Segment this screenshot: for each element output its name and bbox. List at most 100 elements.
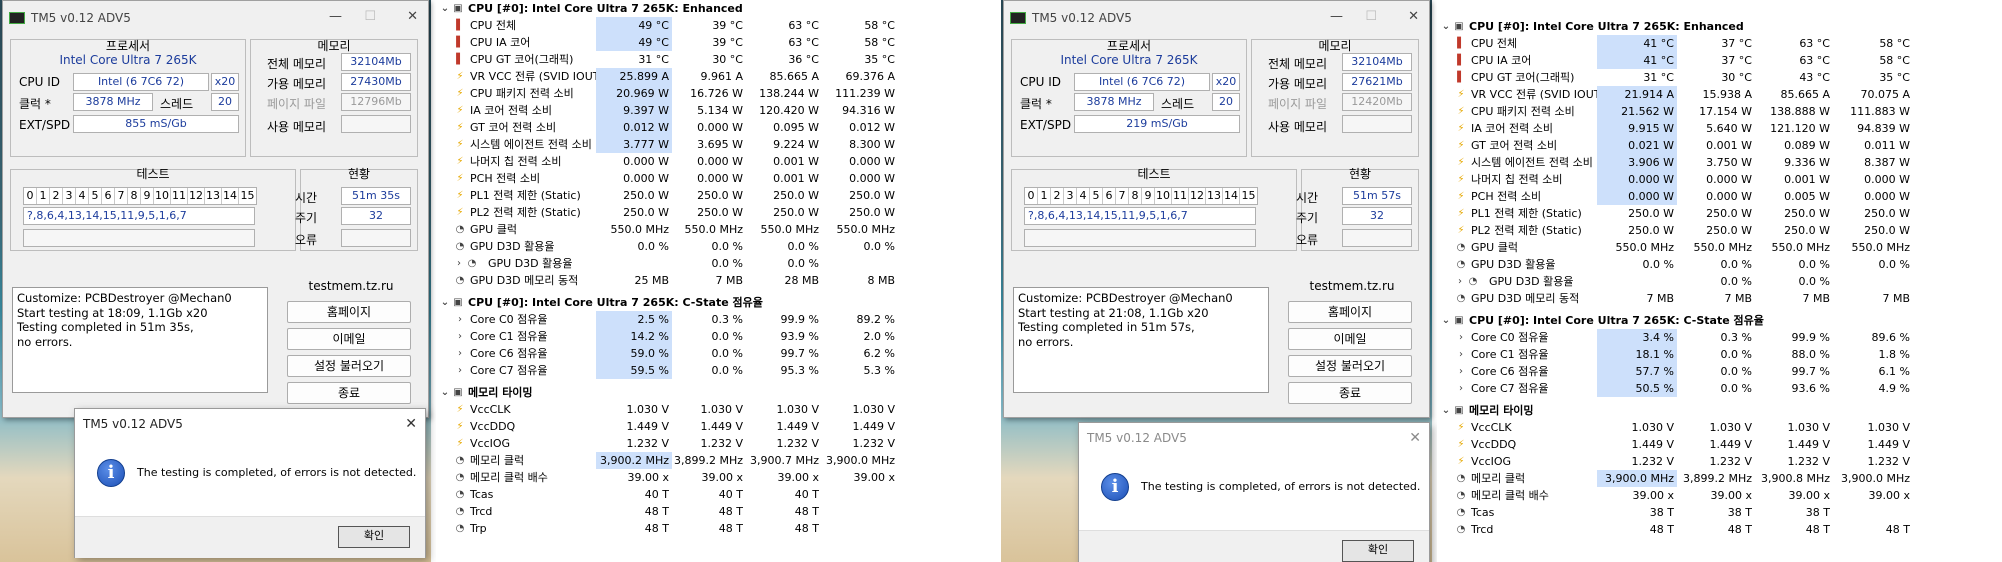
sensor-row[interactable]: › Core C6 점유율 57.7 % 0.0 % 99.7 % 6.1 %	[1437, 363, 2002, 380]
expand-chevron-icon[interactable]: ›	[1455, 380, 1467, 397]
sensor-row[interactable]: ◔ Tcas 38 T 38 T 38 T	[1437, 504, 2002, 521]
sensor-section-header[interactable]: ⌄ ▣ CPU [#0]: Intel Core Ultra 7 265K: C-S…	[1437, 312, 2002, 329]
sensor-row[interactable]: › Core C1 점유율 14.2 % 0.0 % 93.9 % 2.0 %	[436, 328, 1001, 345]
sensor-row[interactable]: › Core C7 점유율 50.5 % 0.0 % 93.6 % 4.9 %	[1437, 380, 2002, 397]
expand-chevron-icon[interactable]: ›	[1455, 363, 1467, 380]
minimize-icon[interactable]: —	[329, 9, 342, 24]
expand-chevron-icon[interactable]: ›	[1455, 346, 1467, 363]
sensor-row[interactable]: ◔ GPU D3D 활용율 0.0 % 0.0 % 0.0 % 0.0 %	[1437, 256, 2002, 273]
close-icon[interactable]: ✕	[1408, 9, 1419, 24]
expand-chevron-icon[interactable]: ›	[454, 362, 466, 379]
sensor-row[interactable]: ◔ Trcd 48 T 48 T 48 T	[436, 503, 1001, 520]
sensor-row[interactable]: ⚡ PCH 전력 소비 0.000 W 0.000 W 0.001 W 0.000 W	[436, 170, 1001, 187]
current-value: 250.0 W	[1628, 207, 1674, 220]
expand-chevron-icon[interactable]: ›	[454, 345, 466, 362]
sensor-row[interactable]: ▌ CPU 전체 49 °C 39 °C 63 °C 58 °C	[436, 17, 1001, 34]
sensor-row[interactable]: ◔ GPU 클럭 550.0 MHz 550.0 MHz 550.0 MHz 550.0 …	[436, 221, 1001, 238]
homepage-button[interactable]: 홈페이지	[287, 301, 411, 323]
sensor-row[interactable]: › Core C0 점유율 3.4 % 0.3 % 99.9 % 89.6 %	[1437, 329, 2002, 346]
sensor-row[interactable]: › Core C6 점유율 59.0 % 0.0 % 99.7 % 6.2 %	[436, 345, 1001, 362]
homepage-button[interactable]: 홈페이지	[1288, 301, 1412, 323]
expand-chevron-icon[interactable]: ›	[454, 255, 464, 272]
sensor-row[interactable]: ⚡ IA 코어 전력 소비 9.915 W 5.640 W 121.120 W 94.83…	[1437, 120, 2002, 137]
sensor-row[interactable]: ◔ Tcas 40 T 40 T 40 T	[436, 486, 1001, 503]
expand-chevron-icon[interactable]: ›	[454, 328, 466, 345]
collapse-chevron-icon[interactable]: ⌄	[1441, 312, 1451, 329]
sensor-row[interactable]: ⚡ PL2 전력 제한 (Static) 250.0 W 250.0 W 250.0 W…	[1437, 222, 2002, 239]
load-config-button[interactable]: 설정 불러오기	[1288, 355, 1412, 377]
close-icon[interactable]: ✕	[407, 9, 418, 24]
sensor-row[interactable]: ▌ CPU GT 코어(그래픽) 31 °C 30 °C 43 °C 35 °C	[1437, 69, 2002, 86]
sensor-row[interactable]: › Core C7 점유율 59.5 % 0.0 % 95.3 % 5.3 %	[436, 362, 1001, 379]
collapse-chevron-icon[interactable]: ⌄	[1441, 18, 1451, 35]
sensor-row[interactable]: ◔ GPU 클럭 550.0 MHz 550.0 MHz 550.0 MHz 550.0 …	[1437, 239, 2002, 256]
dialog-ok-button[interactable]: 확인	[1342, 540, 1414, 562]
sensor-row[interactable]: ⚡ VR VCC 전류 (SVID IOUT) 25.899 A 9.961 A 85.…	[436, 68, 1001, 85]
sensor-row[interactable]: › ◔ GPU D3D 활용율 0.0 % 0.0 %	[436, 255, 1001, 272]
expand-chevron-icon[interactable]: ›	[1455, 329, 1467, 346]
load-config-button[interactable]: 설정 불러오기	[287, 355, 411, 377]
sensor-row[interactable]: ⚡ VccCLK 1.030 V 1.030 V 1.030 V 1.030 V	[1437, 419, 2002, 436]
sensor-row[interactable]: ▌ CPU IA 코어 41 °C 37 °C 63 °C 58 °C	[1437, 52, 2002, 69]
log-output[interactable]: Customize: PCBDestroyer @Mechan0 Start t…	[12, 287, 268, 393]
collapse-chevron-icon[interactable]: ⌄	[1441, 402, 1451, 419]
sensor-row[interactable]: ⚡ CPU 패키지 전력 소비 20.969 W 16.726 W 138.244 W 1…	[436, 85, 1001, 102]
min-value: 15.938 A	[1702, 88, 1752, 101]
sensor-row[interactable]: ▌ CPU IA 코어 49 °C 39 °C 63 °C 58 °C	[436, 34, 1001, 51]
sensor-row[interactable]: ▌ CPU 전체 41 °C 37 °C 63 °C 58 °C	[1437, 35, 2002, 52]
sensor-row[interactable]: ⚡ VccIOG 1.232 V 1.232 V 1.232 V 1.232 V	[1437, 453, 2002, 470]
sensor-row[interactable]: ▌ CPU GT 코어(그래픽) 31 °C 30 °C 36 °C 35 °C	[436, 51, 1001, 68]
expand-chevron-icon[interactable]: ›	[454, 311, 466, 328]
collapse-chevron-icon[interactable]: ⌄	[440, 384, 450, 401]
exit-button[interactable]: 종료	[1288, 382, 1412, 404]
sensor-section-header[interactable]: ⌄ ▣ CPU [#0]: Intel Core Ultra 7 265K: Enh…	[1437, 18, 2002, 35]
email-button[interactable]: 이메일	[287, 328, 411, 350]
maximize-icon[interactable]: ☐	[364, 9, 376, 24]
sensor-row[interactable]: › Core C0 점유율 2.5 % 0.3 % 99.9 % 89.2 %	[436, 311, 1001, 328]
log-output[interactable]: Customize: PCBDestroyer @Mechan0 Start t…	[1013, 287, 1269, 393]
sensor-row[interactable]: ⚡ VccDDQ 1.449 V 1.449 V 1.449 V 1.449 V	[436, 418, 1001, 435]
sensor-row[interactable]: ◔ Trp 48 T 48 T 48 T	[436, 520, 1001, 537]
sensor-row[interactable]: ⚡ PL1 전력 제한 (Static) 250.0 W 250.0 W 250.0 W…	[436, 187, 1001, 204]
sensor-row[interactable]: ⚡ 시스템 에이전트 전력 소비 3.906 W 3.750 W 9.336 W 8.38…	[1437, 154, 2002, 171]
sensor-row[interactable]: ◔ 메모리 클럭 배수 39.00 x 39.00 x 39.00 x 39.00 x	[1437, 487, 2002, 504]
sensor-row[interactable]: ⚡ GT 코어 전력 소비 0.021 W 0.001 W 0.089 W 0.011 W	[1437, 137, 2002, 154]
exit-button[interactable]: 종료	[287, 382, 411, 404]
sensor-row[interactable]: ⚡ IA 코어 전력 소비 9.397 W 5.134 W 120.420 W 94.31…	[436, 102, 1001, 119]
sensor-row[interactable]: ⚡ 나머지 칩 전력 소비 0.000 W 0.000 W 0.001 W 0.000 W	[1437, 171, 2002, 188]
email-button[interactable]: 이메일	[1288, 328, 1412, 350]
sensor-row[interactable]: ⚡ GT 코어 전력 소비 0.012 W 0.000 W 0.095 W 0.012 W	[436, 119, 1001, 136]
sensor-row[interactable]: ◔ 메모리 클럭 3,900.2 MHz 3,899.2 MHz 3,900.7 MHz…	[436, 452, 1001, 469]
sensor-row[interactable]: › Core C1 점유율 18.1 % 0.0 % 88.0 % 1.8 %	[1437, 346, 2002, 363]
sensor-row[interactable]: ⚡ VccCLK 1.030 V 1.030 V 1.030 V 1.030 V	[436, 401, 1001, 418]
sensor-row[interactable]: ◔ 메모리 클럭 배수 39.00 x 39.00 x 39.00 x 39.00 x	[436, 469, 1001, 486]
collapse-chevron-icon[interactable]: ⌄	[440, 294, 450, 311]
sensor-row[interactable]: ◔ GPU D3D 활용율 0.0 % 0.0 % 0.0 % 0.0 %	[436, 238, 1001, 255]
sensor-row[interactable]: ⚡ VR VCC 전류 (SVID IOUT) 21.914 A 15.938 A 85…	[1437, 86, 2002, 103]
collapse-chevron-icon[interactable]: ⌄	[440, 0, 450, 17]
sensor-row[interactable]: › ◔ GPU D3D 활용율 0.0 % 0.0 %	[1437, 273, 2002, 290]
sensor-row[interactable]: ◔ Trcd 48 T 48 T 48 T 48 T	[1437, 521, 2002, 538]
sensor-row[interactable]: ◔ 메모리 클럭 3,900.0 MHz 3,899.2 MHz 3,900.8 MHz…	[1437, 470, 2002, 487]
max-value: 63 °C	[1799, 37, 1830, 50]
sensor-section-header[interactable]: ⌄ ▣ 메모리 타이밍	[1437, 402, 2002, 419]
sensor-row[interactable]: ◔ GPU D3D 메모리 동적 7 MB 7 MB 7 MB 7 MB	[1437, 290, 2002, 307]
sensor-row[interactable]: ⚡ VccDDQ 1.449 V 1.449 V 1.449 V 1.449 V	[1437, 436, 2002, 453]
sensor-row[interactable]: ⚡ VccIOG 1.232 V 1.232 V 1.232 V 1.232 V	[436, 435, 1001, 452]
minimize-icon[interactable]: —	[1330, 9, 1343, 24]
dialog-close-icon[interactable]: ✕	[405, 409, 417, 439]
sensor-section-header[interactable]: ⌄ ▣ 메모리 타이밍	[436, 384, 1001, 401]
sensor-row[interactable]: ⚡ 나머지 칩 전력 소비 0.000 W 0.000 W 0.001 W 0.000 W	[436, 153, 1001, 170]
sensor-row[interactable]: ⚡ PL2 전력 제한 (Static) 250.0 W 250.0 W 250.0 W…	[436, 204, 1001, 221]
dialog-close-icon[interactable]: ✕	[1409, 423, 1421, 453]
maximize-icon[interactable]: ☐	[1365, 9, 1377, 24]
sensor-row[interactable]: ◔ GPU D3D 메모리 동적 25 MB 7 MB 28 MB 8 MB	[436, 272, 1001, 289]
expand-chevron-icon[interactable]: ›	[1455, 273, 1465, 290]
sensor-section-header[interactable]: ⌄ ▣ CPU [#0]: Intel Core Ultra 7 265K: Enh…	[436, 0, 1001, 17]
sensor-row[interactable]: ⚡ CPU 패키지 전력 소비 21.562 W 17.154 W 138.888 W 1…	[1437, 103, 2002, 120]
sensor-row[interactable]: ⚡ 시스템 에이전트 전력 소비 3.777 W 3.695 W 9.224 W 8.30…	[436, 136, 1001, 153]
dialog-ok-button[interactable]: 확인	[338, 526, 410, 548]
sensor-section-header[interactable]: ⌄ ▣ CPU [#0]: Intel Core Ultra 7 265K: C-S…	[436, 294, 1001, 311]
sensor-row[interactable]: ⚡ PL1 전력 제한 (Static) 250.0 W 250.0 W 250.0 W…	[1437, 205, 2002, 222]
sensor-row[interactable]: ⚡ PCH 전력 소비 0.000 W 0.000 W 0.005 W 0.000 W	[1437, 188, 2002, 205]
